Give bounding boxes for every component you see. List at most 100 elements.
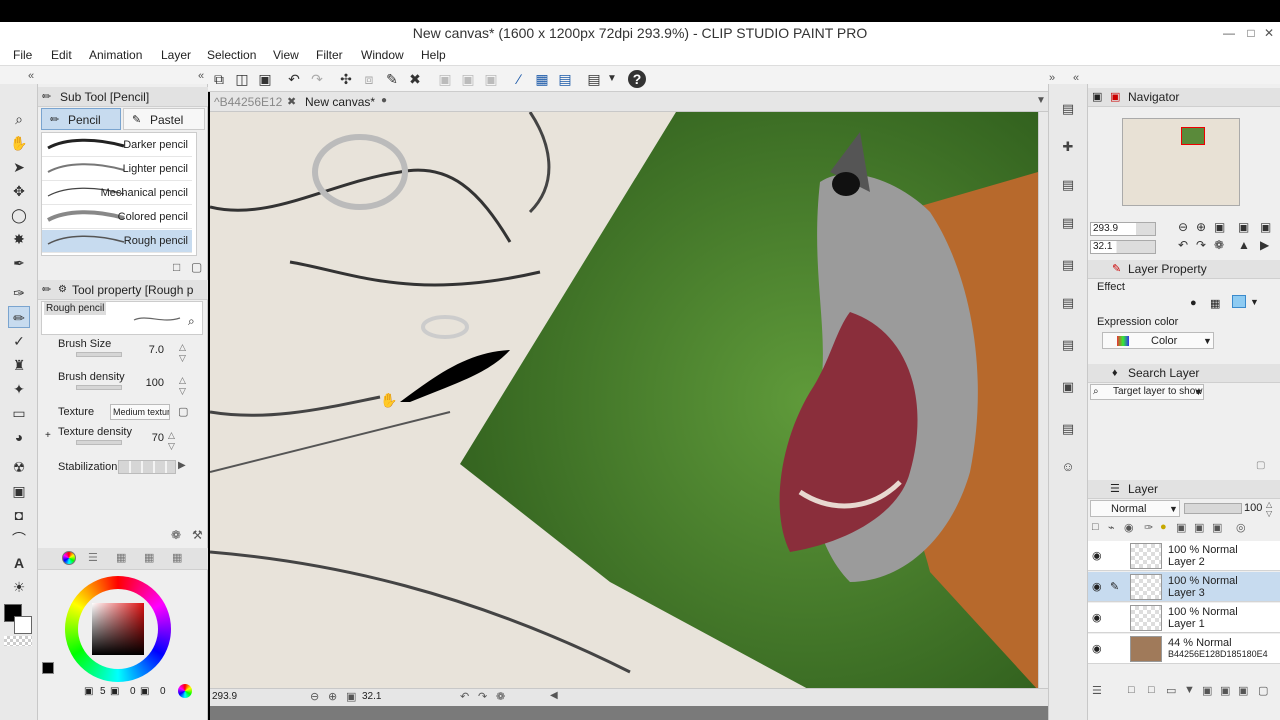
mask-enable-icon[interactable]: ▣	[1212, 521, 1222, 534]
fg-color-chip[interactable]	[42, 662, 54, 674]
figure-icon[interactable]: ◘	[8, 504, 30, 526]
zoom-in-icon[interactable]: ⊕	[1196, 220, 1206, 234]
menu-window[interactable]: Window	[361, 48, 404, 62]
apply-mask-icon[interactable]: ▣	[1238, 684, 1248, 697]
create-mask-icon[interactable]: ▣	[1220, 684, 1230, 697]
material-icon[interactable]: ▤	[1057, 418, 1079, 440]
opacity-value[interactable]: 100	[1244, 502, 1262, 514]
zoom-out-icon[interactable]: ⊖	[1178, 220, 1188, 234]
decoration-icon[interactable]: ✦	[8, 378, 30, 400]
navigator-preview[interactable]	[1122, 118, 1240, 206]
brush-size-value[interactable]: 7.0	[134, 344, 164, 356]
layer-row[interactable]: ◉ ✎ 100 % Normal Layer 3	[1088, 572, 1280, 602]
new-file-icon[interactable]: ⧉	[210, 70, 228, 88]
rotate-right-icon[interactable]: ↷	[1196, 238, 1206, 252]
tab-pastel[interactable]: ✎ Pastel	[123, 108, 205, 130]
airbrush-icon[interactable]: ♜	[8, 354, 30, 376]
chevron-down-icon[interactable]: ▼	[1250, 297, 1259, 307]
expand-right-icon[interactable]: »	[1049, 72, 1055, 84]
stepper-icon[interactable]: △ ▽	[1266, 500, 1272, 518]
eye-icon[interactable]: ◉	[1092, 549, 1102, 562]
canvas-area[interactable]: ✋	[210, 92, 1048, 720]
eye-icon[interactable]: ◉	[1092, 642, 1102, 655]
border-effect-icon[interactable]: ●	[1190, 297, 1197, 309]
eyedropper-icon[interactable]: ✒	[8, 252, 30, 274]
material-icon[interactable]: ▤	[1057, 334, 1079, 356]
stepper-icon[interactable]: △ ▽	[168, 430, 175, 452]
material-icon[interactable]: ✚	[1057, 136, 1079, 158]
color-wheel-tab-icon[interactable]	[62, 551, 76, 565]
fit-icon[interactable]: ▣	[346, 690, 356, 703]
layer-row[interactable]: ◉ 44 % Normal B44256E128D185180E4	[1088, 634, 1280, 664]
stepper-icon[interactable]: △ ▽	[179, 342, 186, 364]
texture-density-slider[interactable]	[76, 440, 122, 445]
eye-icon[interactable]: ◉	[1092, 580, 1102, 593]
scroll-left-icon[interactable]: ◀	[550, 690, 558, 701]
trash-icon[interactable]: ▢	[1256, 460, 1265, 471]
close-tab-icon[interactable]: ✖	[287, 95, 296, 108]
hand-tool-icon[interactable]: ✋	[8, 132, 30, 154]
save-icon[interactable]: ▣	[256, 70, 274, 88]
blend-icon[interactable]: ◕	[8, 426, 30, 448]
tone-effect-icon[interactable]: ▦	[1210, 297, 1220, 310]
close-icon[interactable]: ✕	[1262, 26, 1276, 40]
sub-color-swatch[interactable]	[14, 616, 32, 634]
flip-horizontal-icon[interactable]: ▲	[1238, 238, 1250, 252]
material-icon[interactable]: ▤	[1057, 174, 1079, 196]
collapse-left-icon[interactable]: «	[28, 70, 34, 82]
material-icon[interactable]: ▤	[1057, 98, 1079, 120]
tab-new-canvas[interactable]: New canvas*	[305, 95, 375, 109]
auto-select-icon[interactable]: ✸	[8, 228, 30, 250]
layer-row[interactable]: ◉ 100 % Normal Layer 2	[1088, 541, 1280, 571]
color-wheel[interactable]	[65, 576, 171, 682]
actual-size-icon[interactable]: ▣	[1238, 220, 1249, 234]
chevron-down-icon[interactable]: ▼	[603, 70, 621, 88]
brush-size-slider[interactable]	[76, 352, 122, 357]
balloon-icon[interactable]: ☀	[8, 576, 30, 598]
material-icon[interactable]: ▤	[1057, 292, 1079, 314]
flip-vertical-icon[interactable]: ▶	[1260, 238, 1269, 252]
trash-icon[interactable]: ▢	[191, 260, 202, 274]
rotate-left-icon[interactable]: ↶	[1178, 238, 1188, 252]
brush-darker-pencil[interactable]: Darker pencil	[42, 134, 192, 157]
lasso-icon[interactable]: ◯	[8, 204, 30, 226]
new-subtool-icon[interactable]: □	[173, 260, 180, 274]
eye-icon[interactable]: ◉	[1092, 611, 1102, 624]
flip-icon[interactable]: ▣	[1260, 220, 1271, 234]
help-icon[interactable]: ?	[628, 70, 646, 88]
text-tool-icon[interactable]: A	[8, 552, 30, 574]
approximate-color-tab-icon[interactable]: ▦	[172, 548, 182, 568]
brush-mechanical-pencil[interactable]: Mechanical pencil	[42, 182, 192, 205]
canvas-image[interactable]	[210, 112, 1038, 690]
reference-layer-icon[interactable]: ✑	[1144, 521, 1153, 534]
eraser-icon[interactable]: ▭	[8, 402, 30, 424]
search-icon[interactable]: ⌕	[188, 314, 195, 329]
snap-special-ruler-icon[interactable]: ▦	[533, 70, 551, 88]
brush-colored-pencil[interactable]: Colored pencil	[42, 206, 192, 229]
snap-ruler-icon[interactable]: ∕	[510, 70, 528, 88]
collapse-right-icon[interactable]: «	[1073, 72, 1079, 84]
wrench-icon[interactable]: ⚒	[192, 528, 203, 542]
layer-row[interactable]: ◉ 100 % Normal Layer 1	[1088, 603, 1280, 633]
menu-selection[interactable]: Selection	[207, 48, 256, 62]
chevron-right-icon[interactable]: ▶	[178, 460, 186, 471]
scale-icon[interactable]: ✖	[406, 70, 424, 88]
texture-density-value[interactable]: 70	[134, 432, 164, 444]
transform-icon[interactable]: ✣	[337, 70, 355, 88]
saturation-value-square[interactable]	[92, 603, 144, 655]
layer-menu-icon[interactable]: ☰	[1092, 684, 1102, 697]
vertical-scrollbar[interactable]	[1038, 112, 1048, 690]
pencil-tool-icon[interactable]: ✏	[8, 306, 30, 328]
layer-option-icon[interactable]: □	[1092, 521, 1099, 533]
open-folder-icon[interactable]: ◫	[233, 70, 251, 88]
collapse-panel-icon[interactable]: «	[198, 70, 204, 82]
navigator-angle[interactable]: 32.1	[1090, 240, 1156, 254]
gradient-icon[interactable]: ▣	[8, 480, 30, 502]
new-raster-layer-icon[interactable]: □	[1128, 684, 1135, 696]
material-icon[interactable]: ☺	[1057, 456, 1079, 478]
transfer-down-icon[interactable]: ▼	[1184, 684, 1195, 696]
menu-filter[interactable]: Filter	[316, 48, 343, 62]
intermediate-color-tab-icon[interactable]: ▦	[144, 548, 154, 568]
reset-settings-icon[interactable]: ❁	[171, 528, 181, 542]
brush-tool-icon[interactable]: ✓	[8, 330, 30, 352]
